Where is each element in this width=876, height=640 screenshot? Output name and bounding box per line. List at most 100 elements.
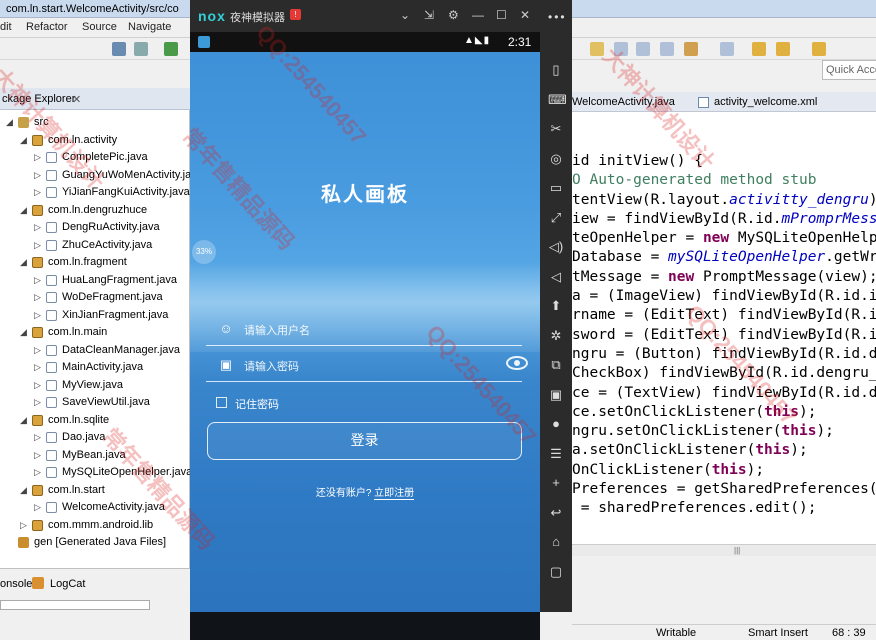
expand-arrow-icon[interactable]: ▷ — [34, 149, 44, 166]
toolbar-icon[interactable] — [134, 42, 148, 56]
java-file-node[interactable]: ▷ Dao.java — [0, 429, 190, 447]
toolbar-icon[interactable] — [720, 42, 734, 56]
volume-down-icon[interactable]: ◁ — [548, 269, 564, 285]
java-file-node[interactable]: ▷ MyBean.java — [0, 447, 190, 465]
expand-arrow-icon[interactable]: ◢ — [20, 482, 30, 499]
minimize-icon[interactable]: — — [472, 8, 484, 22]
eye-icon[interactable] — [506, 356, 528, 370]
fullscreen-icon[interactable]: ⤢ — [548, 210, 564, 226]
java-file-node[interactable]: ▷ SaveViewUtil.java — [0, 394, 190, 412]
expand-arrow-icon[interactable]: ▷ — [34, 237, 44, 254]
folder-node[interactable]: gen [Generated Java Files] — [0, 534, 190, 552]
more-icon[interactable]: ••• — [548, 10, 567, 24]
java-file-node[interactable]: ▷ MySQLiteOpenHelper.java — [0, 464, 192, 482]
chevron-down-icon[interactable]: ⌄ — [400, 8, 410, 22]
java-file-node[interactable]: ▷ ZhuCeActivity.java — [0, 237, 190, 255]
expand-arrow-icon[interactable]: ▷ — [34, 272, 44, 289]
package-node[interactable]: ◢ com.ln.main — [0, 324, 190, 342]
package-node[interactable]: ◢ com.ln.sqlite — [0, 412, 190, 430]
java-file-node[interactable]: ▷ MainActivity.java — [0, 359, 190, 377]
java-file-node[interactable]: ▷ CompletePic.java — [0, 149, 190, 167]
scissors-icon[interactable]: ✂ — [548, 121, 564, 137]
java-file-node[interactable]: ▷ HuaLangFragment.java — [0, 272, 190, 290]
expand-arrow-icon[interactable]: ▷ — [34, 499, 44, 516]
package-node[interactable]: ◢ com.ln.dengruzhuce — [0, 202, 190, 220]
screen-icon[interactable]: ▭ — [548, 180, 564, 196]
login-button[interactable]: 登录 — [207, 422, 522, 460]
expand-arrow-icon[interactable]: ▷ — [34, 167, 44, 184]
register-link[interactable]: 立即注册 — [374, 488, 415, 500]
java-file-node[interactable]: ▷ YiJianFangKuiActivity.java — [0, 184, 190, 202]
expand-arrow-icon[interactable]: ▷ — [34, 447, 44, 464]
gear-icon[interactable]: ⚙ — [448, 8, 459, 22]
floating-progress-badge[interactable]: 33% — [192, 240, 216, 264]
expand-arrow-icon[interactable]: ◢ — [20, 412, 30, 429]
toolbar-icon[interactable] — [614, 42, 628, 56]
expand-arrow-icon[interactable]: ◢ — [20, 324, 30, 341]
cpu-icon[interactable]: ✲ — [548, 328, 564, 344]
location-icon[interactable]: ◎ — [548, 151, 564, 167]
quick-access-input[interactable]: Quick Acce — [822, 60, 876, 80]
password-input[interactable] — [244, 356, 484, 376]
expand-arrow-icon[interactable]: ◢ — [20, 254, 30, 271]
recent-icon[interactable]: ▢ — [548, 564, 564, 580]
multi-window-icon[interactable]: ⧉ — [548, 357, 564, 373]
keyboard-icon[interactable]: ⌨ — [548, 92, 567, 108]
pin-icon[interactable]: ⇲ — [424, 8, 434, 22]
tab-logcat[interactable]: LogCat — [50, 578, 85, 590]
java-file-node[interactable]: ▷ MyView.java — [0, 377, 190, 395]
check-icon[interactable] — [164, 42, 178, 56]
remember-checkbox[interactable] — [216, 397, 227, 408]
menu-edit[interactable]: dit — [0, 21, 12, 33]
expand-arrow-icon[interactable]: ▷ — [34, 219, 44, 236]
expand-arrow-icon[interactable]: ◢ — [20, 202, 30, 219]
expand-arrow-icon[interactable]: ◢ — [20, 132, 30, 149]
expand-arrow-icon[interactable]: ▷ — [34, 307, 44, 324]
apk-icon[interactable]: ⬆ — [548, 298, 564, 314]
expand-arrow-icon[interactable]: ▷ — [34, 394, 44, 411]
java-file-node[interactable]: ▷ WoDeFragment.java — [0, 289, 190, 307]
expand-arrow-icon[interactable]: ▷ — [20, 517, 30, 534]
volume-up-icon[interactable]: ◁) — [548, 239, 564, 255]
tab-console[interactable]: onsole — [0, 578, 32, 590]
tab-welcome-activity[interactable]: WelcomeActivity.java — [572, 96, 675, 108]
maximize-icon[interactable]: ☐ — [496, 8, 507, 22]
code-editor[interactable]: id initView() {O Auto-generated method s… — [572, 112, 876, 544]
expand-arrow-icon[interactable]: ◢ — [6, 114, 16, 131]
expand-arrow-icon[interactable]: ▷ — [34, 429, 44, 446]
menu-icon[interactable]: ☰ — [548, 446, 564, 462]
java-file-node[interactable]: ▷ XinJianFragment.java — [0, 307, 190, 325]
notification-badge[interactable]: ! — [290, 9, 301, 20]
back-arrow-icon[interactable] — [752, 42, 766, 56]
record-icon[interactable]: ● — [548, 416, 564, 432]
expand-arrow-icon[interactable]: ▷ — [34, 359, 44, 376]
java-file-node[interactable]: ▷ WelcomeActivity.java — [0, 499, 190, 517]
menu-source[interactable]: Source — [82, 21, 117, 33]
menu-refactor[interactable]: Refactor — [26, 21, 68, 33]
username-input[interactable] — [244, 320, 484, 340]
java-file-node[interactable]: ▷ DataCleanManager.java — [0, 342, 190, 360]
expand-arrow-icon[interactable]: ▷ — [34, 184, 44, 201]
tab-activity-welcome-xml[interactable]: activity_welcome.xml — [714, 96, 817, 108]
pin-icon[interactable] — [684, 42, 698, 56]
package-node[interactable]: ▷ com.mmm.android.lib — [0, 517, 190, 535]
back-icon[interactable]: ↩ — [548, 505, 564, 521]
camera-icon[interactable]: ▣ — [548, 387, 564, 403]
close-icon[interactable]: ✕ — [72, 93, 81, 106]
java-file-node[interactable]: ▷ DengRuActivity.java — [0, 219, 190, 237]
java-file-node[interactable]: ▷ GuangYuWoMenActivity.ja — [0, 167, 191, 185]
expand-arrow-icon[interactable]: ▷ — [34, 342, 44, 359]
expand-arrow-icon[interactable]: ▷ — [34, 377, 44, 394]
menu-navigate[interactable]: Navigate — [128, 21, 171, 33]
shake-icon[interactable]: ▯ — [548, 62, 564, 78]
toolbar-icon[interactable] — [660, 42, 674, 56]
horizontal-scrollbar[interactable]: ||| — [572, 544, 876, 556]
save-icon[interactable] — [112, 42, 126, 56]
toolbar-icon[interactable] — [636, 42, 650, 56]
forward-arrow-icon[interactable] — [776, 42, 790, 56]
package-node[interactable]: ◢ com.ln.activity — [0, 132, 190, 150]
package-explorer-tab[interactable]: ckage Explorer ✕ — [0, 88, 190, 110]
expand-arrow-icon[interactable]: ▷ — [34, 289, 44, 306]
next-icon[interactable] — [812, 42, 826, 56]
package-node[interactable]: ◢ com.ln.start — [0, 482, 190, 500]
